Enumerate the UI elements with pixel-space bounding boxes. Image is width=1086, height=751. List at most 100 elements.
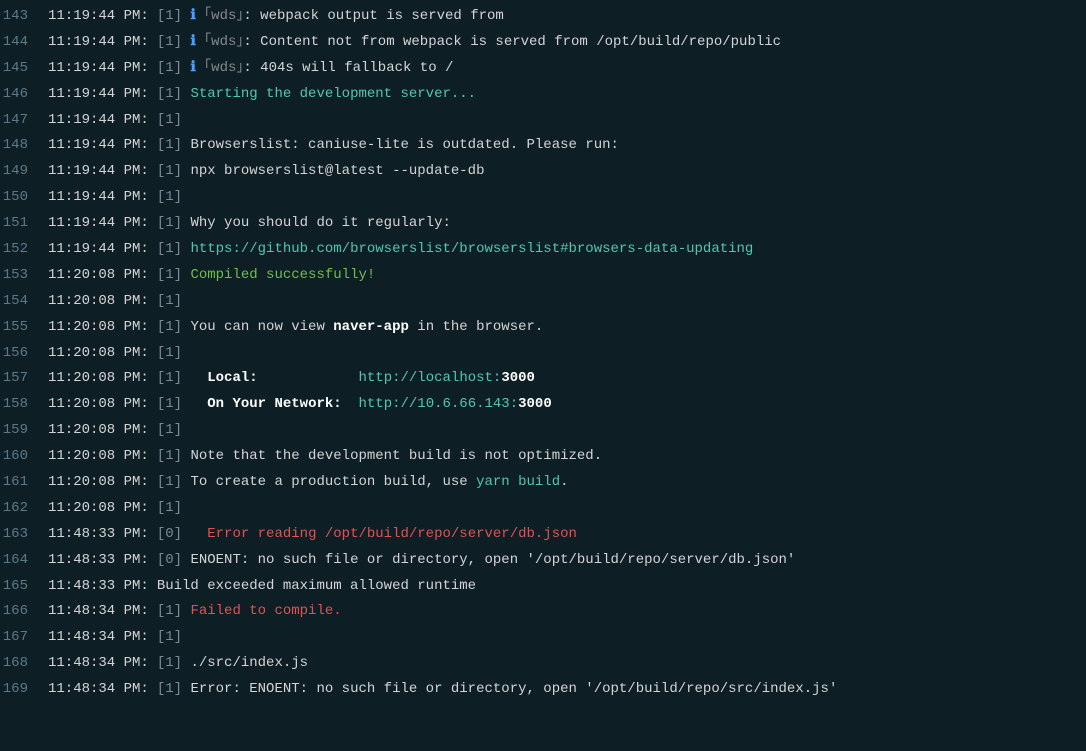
process-prefix: [1] bbox=[157, 470, 191, 496]
log-line: 14611:19:44 PM:[1] Starting the developm… bbox=[0, 82, 1086, 108]
process-prefix: [1] bbox=[157, 211, 191, 237]
log-line: 16111:20:08 PM:[1] To create a productio… bbox=[0, 470, 1086, 496]
log-segment: You can now view bbox=[190, 315, 333, 341]
log-line: 14311:19:44 PM:[1] ℹ ｢wds｣: webpack outp… bbox=[0, 4, 1086, 30]
log-line: 15111:19:44 PM:[1] Why you should do it … bbox=[0, 211, 1086, 237]
process-prefix: [1] bbox=[157, 315, 191, 341]
timestamp: 11:20:08 PM: bbox=[48, 366, 157, 392]
process-prefix: [1] bbox=[157, 289, 191, 315]
process-prefix: [1] bbox=[157, 56, 191, 82]
log-segment bbox=[258, 366, 359, 392]
line-number: 151 bbox=[0, 211, 48, 237]
timestamp: 11:19:44 PM: bbox=[48, 185, 157, 211]
log-line: 16511:48:33 PM:Build exceeded maximum al… bbox=[0, 574, 1086, 600]
line-number: 168 bbox=[0, 651, 48, 677]
log-line: 15311:20:08 PM:[1] Compiled successfully… bbox=[0, 263, 1086, 289]
log-segment: Build exceeded maximum allowed runtime bbox=[157, 574, 476, 600]
log-line: 16711:48:34 PM:[1] bbox=[0, 625, 1086, 651]
log-line: 15511:20:08 PM:[1] You can now view nave… bbox=[0, 315, 1086, 341]
log-line: 16011:20:08 PM:[1] Note that the develop… bbox=[0, 444, 1086, 470]
timestamp: 11:48:33 PM: bbox=[48, 548, 157, 574]
log-line: 15011:19:44 PM:[1] bbox=[0, 185, 1086, 211]
timestamp: 11:48:34 PM: bbox=[48, 677, 157, 703]
timestamp: 11:19:44 PM: bbox=[48, 211, 157, 237]
timestamp: 11:19:44 PM: bbox=[48, 108, 157, 134]
log-line: 16911:48:34 PM:[1] Error: ENOENT: no suc… bbox=[0, 677, 1086, 703]
timestamp: 11:20:08 PM: bbox=[48, 315, 157, 341]
log-output[interactable]: 14311:19:44 PM:[1] ℹ ｢wds｣: webpack outp… bbox=[0, 4, 1086, 703]
log-segment bbox=[190, 392, 207, 418]
line-number: 152 bbox=[0, 237, 48, 263]
line-number: 156 bbox=[0, 341, 48, 367]
timestamp: 11:20:08 PM: bbox=[48, 470, 157, 496]
process-prefix: [1] bbox=[157, 366, 191, 392]
line-number: 147 bbox=[0, 108, 48, 134]
log-line: 16411:48:33 PM:[0] ENOENT: no such file … bbox=[0, 548, 1086, 574]
timestamp: 11:48:33 PM: bbox=[48, 574, 157, 600]
timestamp: 11:19:44 PM: bbox=[48, 4, 157, 30]
line-number: 162 bbox=[0, 496, 48, 522]
line-number: 148 bbox=[0, 133, 48, 159]
line-number: 143 bbox=[0, 4, 48, 30]
process-prefix: [1] bbox=[157, 263, 191, 289]
log-segment: Local: bbox=[207, 366, 257, 392]
log-line: 15411:20:08 PM:[1] bbox=[0, 289, 1086, 315]
log-line: 15811:20:08 PM:[1] On Your Network: http… bbox=[0, 392, 1086, 418]
line-number: 165 bbox=[0, 574, 48, 600]
line-number: 166 bbox=[0, 599, 48, 625]
line-number: 159 bbox=[0, 418, 48, 444]
line-number: 155 bbox=[0, 315, 48, 341]
line-number: 145 bbox=[0, 56, 48, 82]
timestamp: 11:20:08 PM: bbox=[48, 341, 157, 367]
log-line: 16611:48:34 PM:[1] Failed to compile. bbox=[0, 599, 1086, 625]
log-line: 14811:19:44 PM:[1] Browserslist: caniuse… bbox=[0, 133, 1086, 159]
log-line: 15911:20:08 PM:[1] bbox=[0, 418, 1086, 444]
process-prefix: [1] bbox=[157, 444, 191, 470]
log-segment: Note that the development build is not o… bbox=[190, 444, 602, 470]
log-line: 14411:19:44 PM:[1] ℹ ｢wds｣: Content not … bbox=[0, 30, 1086, 56]
log-segment bbox=[190, 522, 207, 548]
line-number: 150 bbox=[0, 185, 48, 211]
log-segment: : webpack output is served from bbox=[243, 4, 503, 30]
log-segment: http://localhost: bbox=[359, 366, 502, 392]
log-segment: in the browser. bbox=[409, 315, 543, 341]
line-number: 146 bbox=[0, 82, 48, 108]
log-line: 16311:48:33 PM:[0] Error reading /opt/bu… bbox=[0, 522, 1086, 548]
log-segment: On Your Network: bbox=[207, 392, 341, 418]
log-segment: . bbox=[560, 470, 568, 496]
log-line: 14511:19:44 PM:[1] ℹ ｢wds｣: 404s will fa… bbox=[0, 56, 1086, 82]
timestamp: 11:19:44 PM: bbox=[48, 237, 157, 263]
log-segment: Why you should do it regularly: bbox=[190, 211, 450, 237]
process-prefix: [1] bbox=[157, 4, 191, 30]
log-line: 15711:20:08 PM:[1] Local: http://localho… bbox=[0, 366, 1086, 392]
line-number: 169 bbox=[0, 677, 48, 703]
log-segment: 3000 bbox=[501, 366, 535, 392]
log-line: 16811:48:34 PM:[1] ./src/index.js bbox=[0, 651, 1086, 677]
line-number: 160 bbox=[0, 444, 48, 470]
line-number: 153 bbox=[0, 263, 48, 289]
line-number: 149 bbox=[0, 159, 48, 185]
log-segment: http://10.6.66.143: bbox=[358, 392, 518, 418]
timestamp: 11:19:44 PM: bbox=[48, 82, 157, 108]
log-segment: : Content not from webpack is served fro… bbox=[243, 30, 781, 56]
log-line: 14911:19:44 PM:[1] npx browserslist@late… bbox=[0, 159, 1086, 185]
timestamp: 11:20:08 PM: bbox=[48, 263, 157, 289]
log-line: 14711:19:44 PM:[1] bbox=[0, 108, 1086, 134]
line-number: 161 bbox=[0, 470, 48, 496]
timestamp: 11:19:44 PM: bbox=[48, 30, 157, 56]
log-segment: Compiled successfully! bbox=[190, 263, 375, 289]
log-segment: ｢wds｣ bbox=[196, 30, 244, 56]
timestamp: 11:20:08 PM: bbox=[48, 444, 157, 470]
timestamp: 11:20:08 PM: bbox=[48, 289, 157, 315]
timestamp: 11:19:44 PM: bbox=[48, 159, 157, 185]
line-number: 154 bbox=[0, 289, 48, 315]
log-segment: ENOENT: no such file or directory, open … bbox=[190, 548, 795, 574]
line-number: 144 bbox=[0, 30, 48, 56]
log-segment: Failed to compile. bbox=[190, 599, 341, 625]
log-segment bbox=[190, 366, 207, 392]
timestamp: 11:20:08 PM: bbox=[48, 418, 157, 444]
process-prefix: [0] bbox=[157, 548, 191, 574]
line-number: 158 bbox=[0, 392, 48, 418]
process-prefix: [1] bbox=[157, 133, 191, 159]
log-line: 15611:20:08 PM:[1] bbox=[0, 341, 1086, 367]
